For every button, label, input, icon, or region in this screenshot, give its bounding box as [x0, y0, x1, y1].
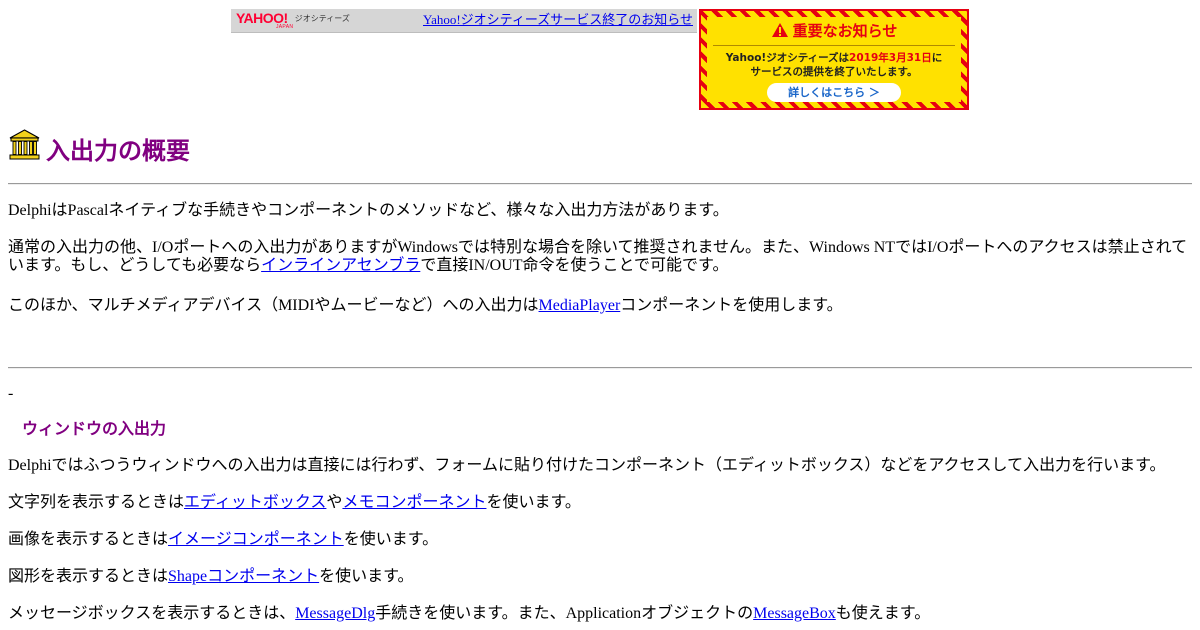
- section-p2-text-mid: や: [326, 494, 343, 511]
- notice-divider: [713, 45, 955, 46]
- shape-component-link[interactable]: Shapeコンポーネント: [168, 568, 319, 585]
- section-paragraph-3: 画像を表示するときはイメージコンポーネントを使います。: [8, 531, 1192, 549]
- warning-icon: [771, 23, 788, 37]
- section-p5-text-post: も使えます。: [835, 605, 931, 622]
- intro-p3-text-pre: このほか、マルチメディアデバイス（MIDIやムービーなど）への入出力は: [8, 297, 539, 314]
- intro-p2-text-post: で直接IN/OUT命令を使うことで可能です。: [420, 257, 729, 274]
- divider-middle: [8, 367, 1192, 369]
- intro-paragraph-3: このほか、マルチメディアデバイス（MIDIやムービーなど）への入出力はMedia…: [8, 297, 1192, 315]
- image-component-link[interactable]: イメージコンポーネント: [168, 531, 344, 548]
- intro-paragraph-1: DelphiはPascalネイティブな手続きやコンポーネントのメソッドなど、様々…: [8, 202, 729, 219]
- inline-assembler-link[interactable]: インラインアセンブラ: [261, 257, 420, 274]
- section-p4-text-post: を使います。: [319, 568, 414, 585]
- notice-line1-pre: Yahoo!ジオシティーズは: [725, 52, 850, 64]
- geocities-logo-text: ジオシティーズ: [294, 14, 350, 23]
- notice-inner: 重要なお知らせ Yahoo!ジオシティーズは2019年3月31日に サービスの提…: [707, 17, 961, 102]
- page-title: 入出力の概要: [46, 136, 190, 165]
- yahoo-logo-sub: JAPAN: [276, 24, 294, 30]
- notice-heading-text: 重要なお知らせ: [792, 22, 898, 40]
- memo-component-link[interactable]: メモコンポーネント: [342, 494, 486, 511]
- messagebox-link[interactable]: MessageBox: [753, 605, 836, 622]
- messagedlg-link[interactable]: MessageDlg: [295, 605, 375, 622]
- notice-date: 2019年3月31日: [849, 52, 932, 64]
- section-paragraph-4: 図形を表示するときはShapeコンポーネントを使います。: [8, 568, 1192, 586]
- section-p4-text-pre: 図形を表示するときは: [8, 568, 169, 585]
- yahoo-geocities-logo[interactable]: YAHOO! JAPAN ジオシティーズ: [236, 11, 350, 30]
- section-p2-text-pre: 文字列を表示するときは: [8, 494, 185, 511]
- section-paragraph-5: メッセージボックスを表示するときは、MessageDlg手続きを使います。また、…: [8, 605, 1192, 623]
- section-p5-text-pre: メッセージボックスを表示するときは、: [8, 605, 296, 622]
- notice-message: Yahoo!ジオシティーズは2019年3月31日に サービスの提供を終了いたしま…: [707, 51, 961, 79]
- mediaplayer-link[interactable]: MediaPlayer: [539, 297, 621, 314]
- dash-marker: -: [8, 385, 14, 402]
- section-p3-text-post: を使います。: [343, 531, 439, 548]
- section-title-window-io: ウィンドウの入出力: [22, 419, 167, 438]
- service-end-link[interactable]: Yahoo!ジオシティーズサービス終了のお知らせ: [423, 12, 693, 28]
- geocities-banner: YAHOO! JAPAN ジオシティーズ Yahoo!ジオシティーズサービス終了…: [231, 9, 697, 33]
- section-p2-text-post: を使います。: [486, 494, 581, 511]
- section-paragraph-2: 文字列を表示するときはエディットボックスやメモコンポーネントを使います。: [8, 494, 1192, 512]
- section-p5-text-mid: 手続きを使います。また、Applicationオブジェクトの: [375, 605, 754, 622]
- page-header: 入出力の概要: [8, 127, 190, 167]
- edit-box-link[interactable]: エディットボックス: [184, 494, 326, 511]
- notice-line2: サービスの提供を終了いたします。: [750, 66, 918, 78]
- notice-heading: 重要なお知らせ: [707, 21, 961, 41]
- notice-line1-post: に: [931, 52, 943, 64]
- bank-building-icon: [9, 128, 40, 159]
- divider-top: [8, 183, 1192, 185]
- intro-paragraph-2: 通常の入出力の他、I/Oポートへの入出力がありますがWindowsでは特別な場合…: [8, 239, 1192, 275]
- intro-p3-text-post: コンポーネントを使用します。: [620, 297, 843, 314]
- details-button[interactable]: 詳しくはこちら ＞: [767, 83, 901, 102]
- section-p3-text-pre: 画像を表示するときは: [8, 531, 169, 548]
- section-paragraph-1: Delphiではふつうウィンドウへの入出力は直接には行わず、フォームに貼り付けた…: [8, 457, 1166, 474]
- important-notice-box[interactable]: 重要なお知らせ Yahoo!ジオシティーズは2019年3月31日に サービスの提…: [699, 9, 969, 110]
